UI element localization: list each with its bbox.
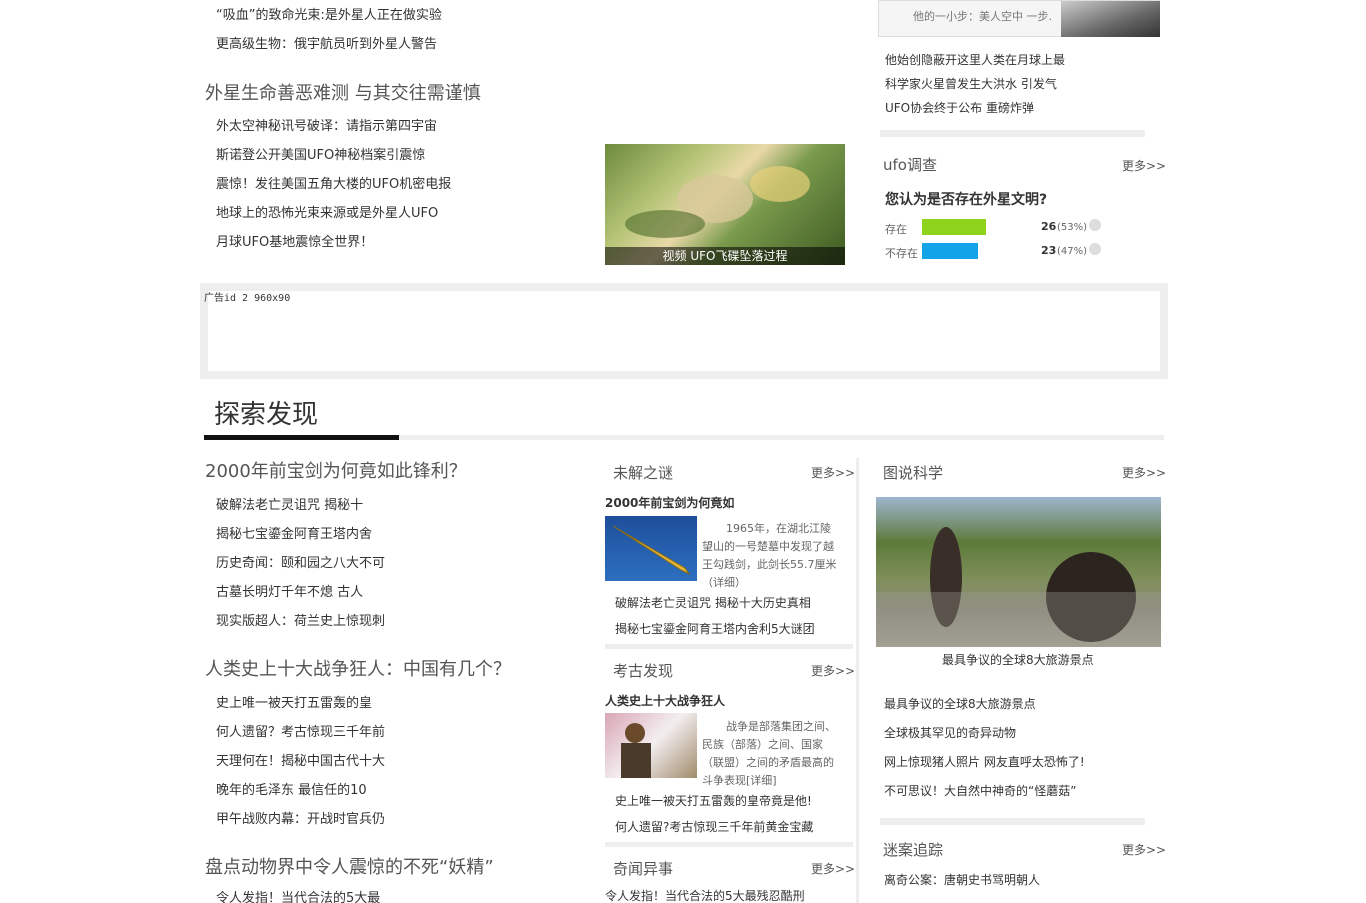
group-headline[interactable]: 盘点动物界中令人震惊的不死“妖精” [205,857,494,879]
list-item[interactable]: 外太空神秘讯号破译：请指示第四宇宙 [216,119,437,135]
feature-photo[interactable] [876,497,1161,647]
box-title: 考古发现 [613,662,674,680]
ad-frame: 广告id 2 960x90 [200,283,1168,379]
top-list-item[interactable]: “吸血”的致命光束:是外星人正在做实验 [216,8,442,24]
option-label: 存在 [885,223,907,236]
list-item[interactable]: 揭秘七宝鎏金阿育王塔内舍 [216,527,372,543]
list-item[interactable]: 晚年的毛泽东 最信任的10 [216,783,367,799]
thumb-text: 他的一小步：美人空中 一步… [913,10,1053,23]
list-item[interactable]: 古墓长明灯千年不熄 古人 [216,585,363,601]
info-icon[interactable] [1089,243,1101,255]
list-item[interactable]: UFO协会终于公布 重磅炸弹 [885,101,1034,116]
right-top-thumb[interactable]: 他的一小步：美人空中 一步… [878,0,1160,37]
info-icon[interactable] [1089,219,1101,231]
box-summary: 战争是部落集团之间、民族（部落）之间、国家（联盟）之间的矛盾最高的斗争表现[详细… [702,720,836,787]
group-headline[interactable]: 人类史上十大战争狂人：中国有几个？ [205,659,511,681]
warlord-image [621,723,651,778]
box-summary: 1965年，在湖北江陵望山的一号楚墓中发现了越王勾践剑，此剑长55.7厘米（详细… [702,522,837,589]
list-item[interactable]: 全球极其罕见的奇异动物 [884,726,1016,741]
list-item[interactable]: 科学家火星曾发生大洪水 引发气 [885,77,1057,92]
photo-caption: 最具争议的全球8大旅游景点 [942,653,1094,667]
ad-label: 广告id 2 960x90 [204,293,291,304]
box-link[interactable]: 何人遗留?考古惊现三千年前黄金宝藏 [615,820,813,835]
more-link[interactable]: 更多>> [1122,841,1166,858]
list-item[interactable]: 史上唯一被天打五雷轰的皇 [216,696,372,712]
list-item[interactable]: 月球UFO基地震惊全世界！ [216,235,373,251]
box-title: 未解之谜 [613,464,674,482]
vote-bar-no [922,243,978,259]
divider [605,842,853,847]
list-item[interactable]: 不可思议！大自然中神奇的“怪蘑菇” [884,784,1076,799]
list-item[interactable]: 地球上的恐怖光束来源或是外星人UFO [216,206,438,222]
thumb-image [1061,1,1160,37]
box-headline[interactable]: 人类史上十大战争狂人 [605,692,725,709]
section-title: 探索发现 [214,400,319,430]
survey-title: ufo调查 [883,156,937,174]
feature-image [876,527,1161,647]
option-label: 不存在 [885,247,918,260]
more-link[interactable]: 更多>> [1122,464,1166,481]
list-item[interactable]: 斯诺登公开美国UFO神秘档案引震惊 [216,148,425,164]
box-link[interactable]: 史上唯一被天打五雷轰的皇帝竟是他! [615,794,812,809]
vote-count: 26 [1041,220,1057,233]
more-link[interactable]: 更多>> [811,662,855,679]
box-headline[interactable]: 2000年前宝剑为何竟如 [605,494,734,511]
list-item[interactable]: 网上惊现猪人照片 网友直呼太恐怖了! [884,755,1085,770]
divider [880,818,1145,825]
more-link[interactable]: 更多>> [811,464,855,481]
video-thumbnail[interactable]: 视频 UFO飞碟坠落过程 [605,144,845,265]
video-caption: 视频 UFO飞碟坠落过程 [605,247,845,265]
box-title: 图说科学 [883,464,944,482]
list-item[interactable]: 震惊！发往美国五角大楼的UFO机密电报 [216,177,451,193]
group-headline[interactable]: 2000年前宝剑为何竟如此锋利？ [205,461,467,483]
box-link[interactable]: 破解法老亡灵诅咒 揭秘十大历史真相 [615,596,811,611]
vote-percent: (53%) [1057,222,1088,233]
vote-percent: (47%) [1057,246,1088,257]
ad-slot[interactable] [208,291,1160,371]
survey-more-link[interactable]: 更多>> [1122,157,1166,174]
list-item[interactable]: 离奇公案：唐朝史书骂明朝人 [884,873,1040,888]
divider [880,130,1145,137]
warlord-thumbnail[interactable] [605,713,697,778]
list-item[interactable]: 令人发指！当代合法的5大最 [216,891,380,903]
box-link[interactable]: 令人发指！当代合法的5大最残忍酷刑 [605,889,805,903]
top-list-item[interactable]: 更高级生物：俄宇航员听到外星人警告 [216,37,437,53]
sword-thumbnail[interactable] [605,516,697,581]
list-item[interactable]: 他始创隐蔽开这里人类在月球上最 [885,53,1065,68]
divider [605,644,853,649]
list-item[interactable]: 天理何在！揭秘中国古代十大 [216,754,385,770]
list-item[interactable]: 甲午战败内幕：开战时官兵仍 [216,812,385,828]
section-headline[interactable]: 外星生命善恶难测 与其交往需谨慎 [205,83,481,105]
vote-count: 23 [1041,244,1057,257]
section-rule-accent [204,435,399,440]
list-item[interactable]: 现实版超人：荷兰史上惊现刺 [216,614,385,630]
box-link[interactable]: 揭秘七宝鎏金阿育王塔内舍利5大谜团 [615,622,815,637]
more-link[interactable]: 更多>> [811,860,855,877]
list-item[interactable]: 何人遗留？考古惊现三千年前 [216,725,385,741]
list-item[interactable]: 历史奇闻：颐和园之八大不可 [216,556,385,572]
sword-image [612,525,691,576]
column-divider [856,458,859,903]
survey-question: 您认为是否存在外星文明? [885,192,1048,208]
list-item[interactable]: 破解法老亡灵诅咒 揭秘十 [216,498,363,514]
box-title: 奇闻异事 [613,860,674,878]
box-title: 迷案追踪 [883,841,944,859]
vote-bar-yes [922,219,986,235]
list-item[interactable]: 最具争议的全球8大旅游景点 [884,697,1036,712]
